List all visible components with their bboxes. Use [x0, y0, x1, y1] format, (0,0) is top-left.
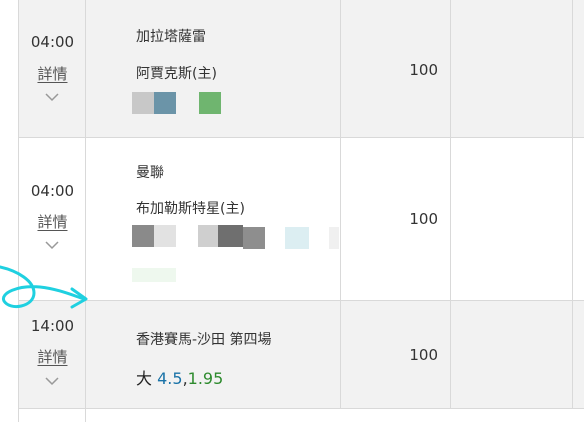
bet-selection: 大 4.5,1.95: [136, 365, 223, 389]
time-cell: 04:00 詳情: [19, 0, 86, 137]
redacted-block: [132, 92, 154, 114]
amount-cell: 100: [341, 0, 451, 137]
bet-line: 4.5: [157, 369, 183, 388]
bet-row: 04:00 詳情 曼聯 布加勒斯特星(主) 100: [19, 138, 584, 301]
home-team: 布加勒斯特星(主): [136, 201, 245, 217]
bet-odds: 1.95: [187, 369, 224, 388]
details-link[interactable]: 詳情: [19, 346, 86, 367]
chevron-down-icon[interactable]: [45, 240, 59, 250]
time-cell: 14:00 詳情: [19, 301, 86, 408]
extra-cell: [451, 0, 573, 137]
amount-cell: 100: [341, 138, 451, 300]
redacted-block: [329, 227, 339, 249]
redacted-block: [132, 225, 154, 247]
amount-cell: 100: [341, 301, 451, 408]
details-link-label[interactable]: 詳情: [37, 65, 67, 83]
bet-history-table: 04:00 詳情 加拉塔薩雷 阿賈克斯(主) 100 04:00 詳情 曼聯 布…: [18, 0, 584, 422]
match-time: 04:00: [30, 33, 75, 51]
bet-type: 大: [136, 369, 153, 388]
redacted-block: [132, 268, 176, 282]
match-time: 14:00: [30, 317, 75, 335]
bet-history-page: 04:00 詳情 加拉塔薩雷 阿賈克斯(主) 100 04:00 詳情 曼聯 布…: [0, 0, 584, 422]
time-cell: [19, 409, 86, 422]
extra-cell: [451, 301, 573, 408]
chevron-down-icon[interactable]: [45, 92, 59, 102]
details-link-label[interactable]: 詳情: [37, 213, 67, 231]
home-team: 阿賈克斯(主): [136, 66, 217, 82]
match-time: 04:00: [30, 182, 75, 200]
away-team: 加拉塔薩雷: [136, 29, 206, 45]
extra-cell: [451, 138, 573, 300]
redacted-block: [218, 225, 243, 247]
redacted-block: [154, 225, 176, 247]
match-info-cell: 加拉塔薩雷 阿賈克斯(主): [86, 0, 341, 137]
redacted-block: [154, 92, 176, 114]
redacted-block: [199, 92, 221, 114]
details-link-label[interactable]: 詳情: [37, 348, 67, 366]
redacted-block: [243, 227, 265, 249]
details-link[interactable]: 詳情: [19, 211, 86, 232]
bet-row: 04:00 詳情 加拉塔薩雷 阿賈克斯(主) 100: [19, 0, 584, 138]
bet-amount: 100: [409, 210, 438, 228]
details-link[interactable]: 詳情: [19, 63, 86, 84]
match-info-cell: 香港賽馬-沙田 第四場 大 4.5,1.95: [86, 301, 341, 408]
bet-row: [19, 409, 584, 422]
time-cell: 04:00 詳情: [19, 138, 86, 300]
race-name: 香港賽馬-沙田 第四場: [136, 332, 272, 348]
chevron-down-icon[interactable]: [45, 376, 59, 386]
match-info-cell: 曼聯 布加勒斯特星(主): [86, 138, 341, 300]
bet-amount: 100: [409, 61, 438, 79]
away-team: 曼聯: [136, 165, 164, 181]
bet-amount: 100: [409, 346, 438, 364]
redacted-block: [198, 225, 218, 247]
redacted-block: [285, 227, 309, 249]
bet-row: 14:00 詳情 香港賽馬-沙田 第四場 大 4.5,1.95 100: [19, 301, 584, 409]
